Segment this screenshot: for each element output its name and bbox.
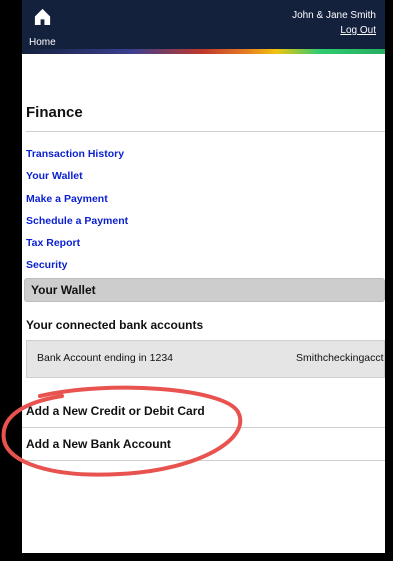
page-title: Finance bbox=[26, 104, 83, 121]
nav-link-tax-report[interactable]: Tax Report bbox=[26, 236, 128, 258]
nav-link-make-payment[interactable]: Make a Payment bbox=[26, 192, 128, 214]
home-icon[interactable] bbox=[33, 7, 52, 26]
nav-link-schedule-payment[interactable]: Schedule a Payment bbox=[26, 214, 128, 236]
logout-link[interactable]: Log Out bbox=[340, 25, 376, 36]
bank-account-item[interactable]: Bank Account ending in 1234 Smithcheckin… bbox=[26, 340, 385, 378]
add-bank-account-button[interactable]: Add a New Bank Account bbox=[22, 430, 385, 461]
account-label: Bank Account ending in 1234 bbox=[37, 352, 174, 364]
add-card-label: Add a New Credit or Debit Card bbox=[26, 404, 205, 418]
home-link[interactable]: Home bbox=[29, 37, 56, 48]
section-title: Your Wallet bbox=[31, 283, 96, 297]
nav-link-your-wallet[interactable]: Your Wallet bbox=[26, 169, 128, 191]
section-header-bar: Your Wallet bbox=[24, 278, 385, 302]
top-bar: Home John & Jane Smith Log Out bbox=[22, 0, 385, 49]
app-screen: Home John & Jane Smith Log Out Finance T… bbox=[22, 0, 385, 553]
connected-accounts-heading: Your connected bank accounts bbox=[26, 318, 204, 332]
header-gradient-strip bbox=[22, 49, 385, 54]
divider bbox=[26, 131, 385, 132]
finance-nav: Transaction History Your Wallet Make a P… bbox=[26, 147, 128, 281]
user-name: John & Jane Smith bbox=[292, 10, 376, 21]
add-bank-account-label: Add a New Bank Account bbox=[26, 437, 171, 451]
add-card-button[interactable]: Add a New Credit or Debit Card bbox=[22, 397, 385, 428]
account-nickname: Smithcheckingacct bbox=[296, 352, 384, 364]
nav-link-transaction-history[interactable]: Transaction History bbox=[26, 147, 128, 169]
